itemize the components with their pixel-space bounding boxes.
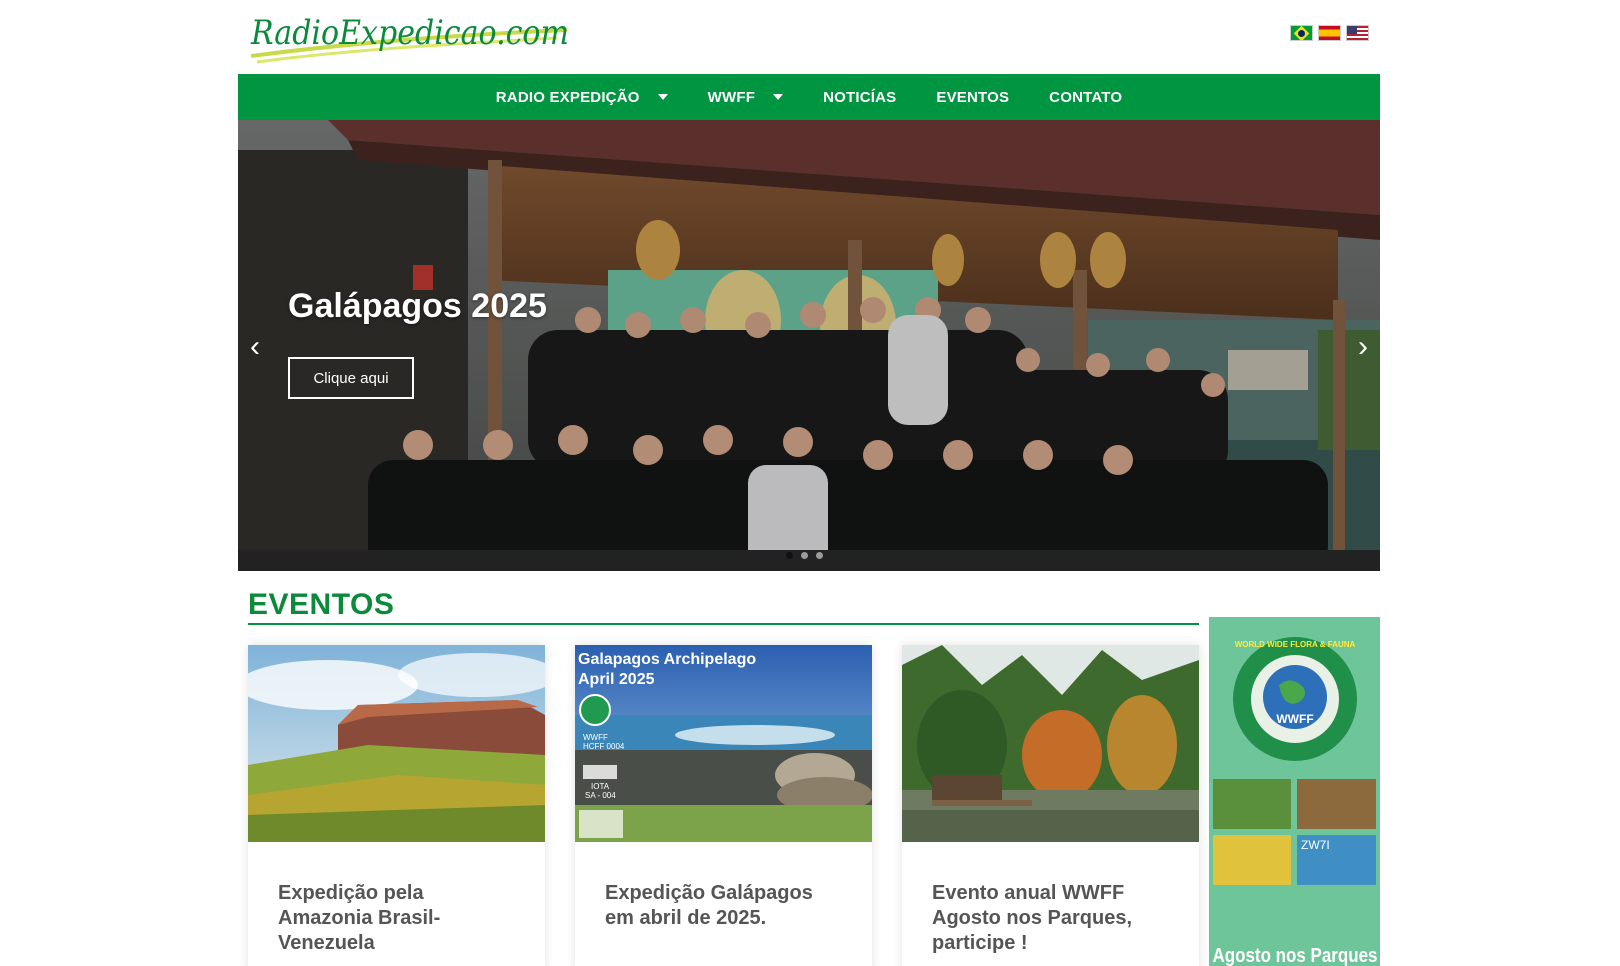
nav-item-contato[interactable]: CONTATO <box>1029 89 1142 106</box>
event-card-image <box>902 645 1199 842</box>
hero-cta-button[interactable]: Clique aqui <box>288 357 414 399</box>
logo-text: RadioExpedicao.com <box>250 13 569 53</box>
ad-badge-text-1: WORLD WIDE FLORA & FAUNA <box>1235 640 1356 649</box>
nav-label: RADIO EXPEDIÇÃO <box>495 88 640 106</box>
nav-item-wwff[interactable]: WWFF <box>688 89 803 106</box>
event-card-amazonia[interactable]: Expedição pela Amazonia Brasil-Venezuela <box>248 645 545 966</box>
event-card-galapagos[interactable]: Galapagos Archipelago April 2025 WWFF HC… <box>575 645 872 966</box>
sidebar-ad-wwff[interactable]: WORLD WIDE FLORA & FAUNA WWFF ZW7I Agost… <box>1209 617 1380 966</box>
section-title-eventos: EVENTOS <box>248 588 395 621</box>
ad-badge-text-2: WWFF <box>1276 712 1313 726</box>
hero-title: Galápagos 2025 <box>288 287 547 325</box>
event-card-title: Expedição pela Amazonia Brasil-Venezuela <box>278 882 441 954</box>
event-card-wwff[interactable]: Evento anual WWFF Agosto nos Parques, pa… <box>902 645 1199 966</box>
event-card-image <box>248 645 545 842</box>
image-tag-1: WWFF <box>583 733 608 742</box>
slider-dots <box>786 552 823 559</box>
hero-slider: Galápagos 2025 Clique aqui ‹ › <box>238 120 1380 571</box>
slider-dot[interactable] <box>816 552 823 559</box>
image-tag-4: SA - 004 <box>585 791 616 800</box>
image-tag-3: IOTA <box>591 782 610 791</box>
slider-prev-icon[interactable]: ‹ <box>250 332 260 362</box>
ad-callsign: ZW7I <box>1301 838 1330 852</box>
flag-usa-icon[interactable] <box>1346 25 1369 41</box>
caret-down-icon <box>773 94 784 100</box>
caret-down-icon <box>657 94 668 100</box>
site-logo[interactable]: RadioExpedicao.com <box>247 8 575 66</box>
event-card-title: Expedição Galápagos em abril de 2025. <box>605 882 813 929</box>
nav-item-radio-expedicao[interactable]: RADIO EXPEDIÇÃO <box>476 89 688 106</box>
nav-label: WWFF <box>707 88 756 106</box>
flag-spain-icon[interactable] <box>1318 25 1341 41</box>
ad-bottom-text: Agosto nos Parques <box>1213 945 1378 966</box>
image-tag-2: HCFF 0004 <box>583 742 625 751</box>
slider-dot[interactable] <box>786 552 793 559</box>
nav-item-eventos[interactable]: EVENTOS <box>916 89 1029 106</box>
language-switcher <box>1290 25 1369 41</box>
image-caption-2: April 2025 <box>578 671 655 688</box>
section-divider <box>248 623 1199 625</box>
slider-dot[interactable] <box>801 552 808 559</box>
nav-label: EVENTOS <box>936 88 1010 106</box>
event-card-title: Evento anual WWFF Agosto nos Parques, pa… <box>932 882 1133 954</box>
nav-label: CONTATO <box>1049 88 1123 106</box>
flag-brazil-icon[interactable] <box>1290 25 1313 41</box>
nav-item-noticias[interactable]: NOTICÍAS <box>803 89 916 106</box>
event-card-image: Galapagos Archipelago April 2025 WWFF HC… <box>575 645 872 842</box>
hero-photo <box>238 120 1380 571</box>
nav-label: NOTICÍAS <box>823 88 897 106</box>
main-nav: RADIO EXPEDIÇÃO WWFF NOTICÍAS EVENTOS CO… <box>238 74 1380 120</box>
slider-next-icon[interactable]: › <box>1358 332 1368 362</box>
image-caption-1: Galapagos Archipelago <box>578 651 756 668</box>
